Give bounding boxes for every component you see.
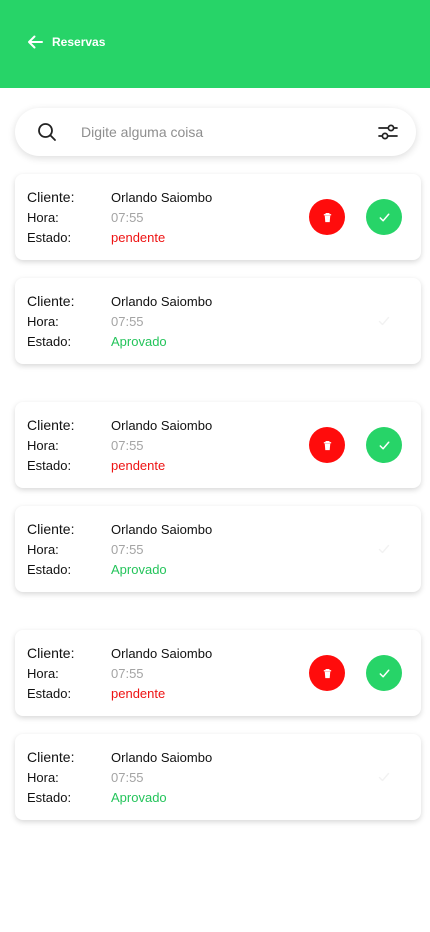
check-icon xyxy=(378,439,391,452)
client-name: Orlando Saiombo xyxy=(111,189,213,205)
check-icon xyxy=(378,211,391,224)
client-label: Cliente: xyxy=(27,189,75,205)
time-row: Hora: 07:55 xyxy=(27,663,144,683)
client-row: Cliente: Orlando Saiombo xyxy=(27,519,212,539)
time-row: Hora: 07:55 xyxy=(27,311,144,331)
time-label: Hora: xyxy=(27,769,59,785)
delete-button[interactable] xyxy=(309,655,345,691)
reservation-card: Cliente: Orlando Saiombo Hora: 07:55 Est… xyxy=(15,734,421,820)
status-value: Aprovado xyxy=(111,561,167,577)
time-label: Hora: xyxy=(27,541,59,557)
client-label: Cliente: xyxy=(27,645,75,661)
client-row: Cliente: Orlando Saiombo xyxy=(27,415,212,435)
time-label: Hora: xyxy=(27,665,59,681)
back-button[interactable]: Reservas xyxy=(26,30,105,54)
time-value: 07:55 xyxy=(111,541,144,557)
status-label: Estado: xyxy=(27,685,72,701)
status-value: pendente xyxy=(111,685,166,701)
status-row: Estado: Aprovado xyxy=(27,331,167,351)
status-value: pendente xyxy=(111,457,166,473)
check-icon xyxy=(377,314,391,328)
client-row: Cliente: Orlando Saiombo xyxy=(27,643,212,663)
status-row: Estado: Aprovado xyxy=(27,787,167,807)
time-label: Hora: xyxy=(27,209,59,225)
delete-button[interactable] xyxy=(309,427,345,463)
page-title: Reservas xyxy=(52,35,106,49)
client-label: Cliente: xyxy=(27,521,75,537)
client-label: Cliente: xyxy=(27,749,75,765)
client-name: Orlando Saiombo xyxy=(111,645,213,661)
trash-icon xyxy=(322,212,333,223)
search-icon xyxy=(37,122,57,142)
time-value: 07:55 xyxy=(111,665,144,681)
arrow-left-icon xyxy=(26,33,44,51)
status-label: Estado: xyxy=(27,333,72,349)
sliders-icon[interactable] xyxy=(377,122,399,142)
time-value: 07:55 xyxy=(111,437,144,453)
client-row: Cliente: Orlando Saiombo xyxy=(27,187,212,207)
check-icon xyxy=(377,542,391,556)
time-value: 07:55 xyxy=(111,769,144,785)
status-row: Estado: pendente xyxy=(27,227,165,247)
status-label: Estado: xyxy=(27,229,72,245)
status-row: Estado: Aprovado xyxy=(27,559,167,579)
approve-button[interactable] xyxy=(366,655,402,691)
status-value: Aprovado xyxy=(111,789,167,805)
reservation-card: Cliente: Orlando Saiombo Hora: 07:55 Est… xyxy=(15,506,421,592)
time-row: Hora: 07:55 xyxy=(27,767,144,787)
status-row: Estado: pendente xyxy=(27,455,165,475)
reservation-card: Cliente: Orlando Saiombo Hora: 07:55 Est… xyxy=(15,174,421,260)
status-value: pendente xyxy=(111,229,166,245)
status-label: Estado: xyxy=(27,561,72,577)
client-name: Orlando Saiombo xyxy=(111,293,213,309)
time-row: Hora: 07:55 xyxy=(27,539,144,559)
reservation-card: Cliente: Orlando Saiombo Hora: 07:55 Est… xyxy=(15,630,421,716)
search-bar xyxy=(15,108,416,156)
approve-button[interactable] xyxy=(366,199,402,235)
delete-button[interactable] xyxy=(309,199,345,235)
client-row: Cliente: Orlando Saiombo xyxy=(27,291,212,311)
check-icon xyxy=(378,667,391,680)
client-name: Orlando Saiombo xyxy=(111,417,213,433)
status-label: Estado: xyxy=(27,789,72,805)
client-label: Cliente: xyxy=(27,293,75,309)
app-header: Reservas xyxy=(0,0,430,88)
approve-button[interactable] xyxy=(366,427,402,463)
time-row: Hora: 07:55 xyxy=(27,207,144,227)
time-value: 07:55 xyxy=(111,209,144,225)
status-value: Aprovado xyxy=(111,333,167,349)
status-row: Estado: pendente xyxy=(27,683,165,703)
trash-icon xyxy=(322,668,333,679)
time-row: Hora: 07:55 xyxy=(27,435,144,455)
time-label: Hora: xyxy=(27,313,59,329)
client-row: Cliente: Orlando Saiombo xyxy=(27,747,212,767)
client-name: Orlando Saiombo xyxy=(111,521,213,537)
client-label: Cliente: xyxy=(27,417,75,433)
check-icon xyxy=(377,770,391,784)
reservation-card: Cliente: Orlando Saiombo Hora: 07:55 Est… xyxy=(15,278,421,364)
client-name: Orlando Saiombo xyxy=(111,749,213,765)
trash-icon xyxy=(322,440,333,451)
status-label: Estado: xyxy=(27,457,72,473)
reservation-card: Cliente: Orlando Saiombo Hora: 07:55 Est… xyxy=(15,402,421,488)
time-label: Hora: xyxy=(27,437,59,453)
time-value: 07:55 xyxy=(111,313,144,329)
search-input[interactable] xyxy=(81,118,361,146)
